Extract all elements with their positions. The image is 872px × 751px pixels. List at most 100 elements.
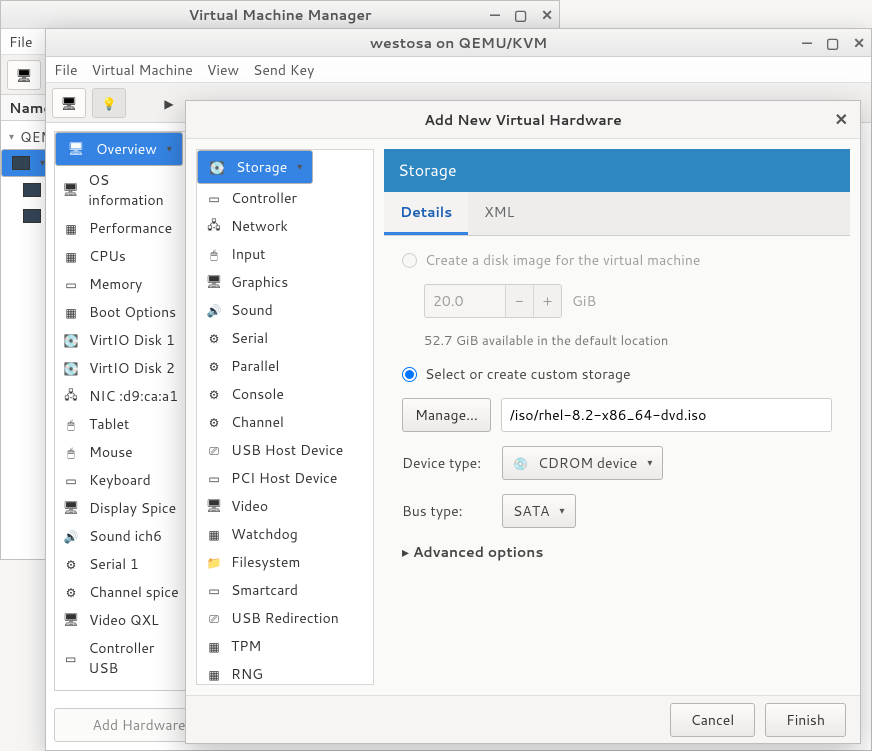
minimize-icon[interactable]: — <box>490 5 500 25</box>
hw-type-item[interactable]: Input <box>197 240 373 268</box>
sidebar-item[interactable]: Sound ich6 <box>55 522 191 550</box>
sidebar-item[interactable]: NIC :d9:ca:a1 <box>55 382 191 410</box>
size-decrement[interactable]: − <box>505 285 533 317</box>
hw-icon <box>61 182 80 198</box>
hw-icon <box>61 276 81 292</box>
hw-type-label: Video <box>231 496 268 516</box>
hw-type-item[interactable]: Serial <box>197 324 373 352</box>
hw-icon <box>205 386 223 402</box>
dialog-footer: Cancel Finish <box>186 695 860 743</box>
hw-icon <box>205 470 223 486</box>
hw-type-label: RNG <box>231 664 263 684</box>
sidebar-item[interactable]: CPUs <box>55 242 191 270</box>
hw-type-item[interactable]: Graphics <box>197 268 373 296</box>
advanced-options-toggle[interactable]: Advanced options <box>402 542 832 562</box>
hw-type-item[interactable]: Network <box>197 212 373 240</box>
sidebar-item[interactable]: Serial 1 <box>55 550 191 578</box>
hw-type-item[interactable]: Controller <box>197 184 373 212</box>
sidebar-item[interactable]: Performance <box>55 214 191 242</box>
hw-icon <box>205 414 223 430</box>
cancel-button[interactable]: Cancel <box>670 703 756 737</box>
hw-type-item[interactable]: Watchdog <box>197 520 373 548</box>
hw-type-item[interactable]: Filesystem <box>197 548 373 576</box>
size-increment[interactable]: + <box>533 285 561 317</box>
hw-type-item[interactable]: Sound <box>197 296 373 324</box>
radio-create-disk[interactable]: Create a disk image for the virtual mach… <box>402 250 832 270</box>
radio-custom-storage[interactable]: Select or create custom storage <box>402 364 832 384</box>
run-button[interactable] <box>152 88 186 118</box>
sidebar-item[interactable]: VirtIO Disk 1 <box>55 326 191 354</box>
hw-type-label: Controller <box>231 188 297 208</box>
size-input[interactable] <box>425 285 505 317</box>
menu-view[interactable]: View <box>207 60 239 80</box>
new-vm-button[interactable] <box>7 60 41 90</box>
hw-icon <box>205 610 223 626</box>
hw-type-item[interactable]: Console <box>197 380 373 408</box>
menu-file[interactable]: File <box>54 60 78 80</box>
hw-icon <box>61 388 81 404</box>
play-icon <box>164 93 173 113</box>
maximize-icon[interactable]: ▢ <box>826 33 839 53</box>
minimize-icon[interactable]: — <box>802 33 812 53</box>
tab-xml[interactable]: XML <box>468 192 530 235</box>
device-type-select[interactable]: CDROM device <box>502 446 663 480</box>
hw-type-item[interactable]: PCI Host Device <box>197 464 373 492</box>
sidebar-item[interactable]: Video QXL <box>55 606 191 634</box>
menu-sendkey[interactable]: Send Key <box>253 60 314 80</box>
close-icon[interactable]: ✕ <box>835 108 848 131</box>
hw-type-item[interactable]: Video <box>197 492 373 520</box>
hw-type-item[interactable]: Smartcard <box>197 576 373 604</box>
hw-type-item[interactable]: USB Redirection <box>197 604 373 632</box>
sidebar-item[interactable]: OS information <box>55 166 191 214</box>
hw-icon <box>61 360 81 376</box>
sidebar-item[interactable]: Overview <box>55 132 183 166</box>
monitor-icon <box>16 65 33 85</box>
hw-icon <box>205 358 223 374</box>
sidebar-item-label: CPUs <box>89 246 126 266</box>
hw-type-item[interactable]: Storage <box>197 150 313 184</box>
hw-config-panel: Storage Details XML Create a disk image … <box>384 149 850 685</box>
sidebar-item[interactable]: Controller USB <box>55 634 191 682</box>
manage-button[interactable]: Manage... <box>402 398 491 432</box>
sidebar-item[interactable]: Boot Options <box>55 298 191 326</box>
hw-type-label: Graphics <box>231 272 288 292</box>
hw-icon <box>205 218 223 234</box>
hw-type-item[interactable]: TPM <box>197 632 373 660</box>
sidebar-item-label: Serial 1 <box>89 554 139 574</box>
dialog-titlebar: Add New Virtual Hardware ✕ <box>186 101 860 139</box>
sidebar-item[interactable]: Controller PCI <box>55 682 191 691</box>
hw-icon <box>208 159 226 175</box>
hw-type-label: Storage <box>236 157 287 177</box>
sidebar-item-label: OS information <box>88 170 185 210</box>
hw-type-item[interactable]: Channel <box>197 408 373 436</box>
details-button[interactable] <box>92 88 126 118</box>
disk-size-group: − + GiB <box>424 284 832 318</box>
window-controls: — ▢ ✕ <box>490 5 553 25</box>
menu-vm[interactable]: Virtual Machine <box>92 60 193 80</box>
finish-button[interactable]: Finish <box>765 703 846 737</box>
sidebar-item[interactable]: Tablet <box>55 410 191 438</box>
sidebar-item[interactable]: Keyboard <box>55 466 191 494</box>
close-icon[interactable]: ✕ <box>541 5 553 25</box>
menu-file[interactable]: File <box>9 32 33 52</box>
cdrom-icon <box>513 453 528 473</box>
hw-type-item[interactable]: Parallel <box>197 352 373 380</box>
radio-create-input[interactable] <box>402 253 417 268</box>
size-unit: GiB <box>572 291 596 311</box>
radio-custom-input[interactable] <box>402 367 417 382</box>
sidebar-item[interactable]: VirtIO Disk 2 <box>55 354 191 382</box>
maximize-icon[interactable]: ▢ <box>514 5 527 25</box>
storage-path-input[interactable] <box>501 398 832 432</box>
hw-type-item[interactable]: RNG <box>197 660 373 685</box>
sidebar-item[interactable]: Channel spice <box>55 578 191 606</box>
hw-icon <box>61 332 81 348</box>
hw-type-item[interactable]: USB Host Device <box>197 436 373 464</box>
close-icon[interactable]: ✕ <box>853 33 865 53</box>
sidebar-item[interactable]: Mouse <box>55 438 191 466</box>
bus-type-select[interactable]: SATA <box>502 494 576 528</box>
tab-details[interactable]: Details <box>384 192 468 235</box>
sidebar-item[interactable]: Display Spice <box>55 494 191 522</box>
console-button[interactable] <box>52 88 86 118</box>
sidebar-item[interactable]: Memory <box>55 270 191 298</box>
sidebar-item-label: Keyboard <box>89 470 151 490</box>
